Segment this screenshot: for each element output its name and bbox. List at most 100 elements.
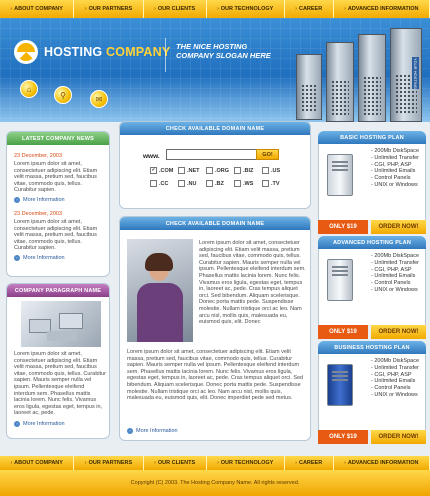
nav-partners[interactable]: › OUR PARTNERS: [74, 0, 144, 18]
server-icon: [327, 364, 353, 406]
nav-about[interactable]: › ABOUT COMPANY: [0, 0, 75, 18]
tld-us[interactable]: .US: [262, 167, 290, 174]
tld-ws[interactable]: .WS: [234, 180, 262, 187]
arrow-icon: ›: [84, 6, 87, 12]
brand-name: HOSTING COMPANY: [44, 45, 171, 59]
checkbox-icon[interactable]: [234, 167, 241, 174]
nav-clients[interactable]: › OUR CLIENTS: [144, 456, 207, 470]
tld-checkboxes: ✓ .COM .NET .ORG .BIZ .US .CC .NU .BZ .WS…: [150, 167, 290, 187]
servers-image: YOUR HOSTING: [286, 28, 426, 122]
checkbox-icon[interactable]: [178, 167, 185, 174]
mail-icon[interactable]: ✉: [90, 90, 108, 108]
news-date: 23 December, 2003: [14, 153, 63, 159]
nav-career[interactable]: › CAREER: [285, 456, 334, 470]
nav-advanced[interactable]: › ADVANCED INFORMATION: [334, 456, 430, 470]
order-now-button[interactable]: ORDER NOW!: [371, 325, 426, 339]
article-panel: CHECK AVAILABLE DOMAIN NAME Lorem ipsum …: [119, 216, 311, 441]
checkbox-icon[interactable]: [206, 167, 213, 174]
www-label: www.: [143, 153, 160, 160]
more-info-link[interactable]: › More Information: [14, 420, 106, 427]
nav-partners[interactable]: › OUR PARTNERS: [74, 456, 144, 470]
server-tower: YOUR HOSTING: [390, 28, 422, 122]
arrow-icon: ›: [217, 460, 219, 466]
plan-footer: ONLY $19 ORDER NOW!: [318, 220, 426, 234]
bottom-nav: › ABOUT COMPANY › OUR PARTNERS › OUR CLIENT…: [0, 456, 430, 470]
arrow-icon: ›: [14, 196, 20, 203]
plan-footer: ONLY $19 ORDER NOW!: [318, 430, 426, 444]
tld-cc[interactable]: .CC: [150, 180, 178, 187]
domain-check-panel: CHECK AVAILABLE DOMAIN NAME www. GO! ✓ .C…: [119, 121, 311, 209]
tld-net[interactable]: .NET: [178, 167, 206, 174]
news-text: Lorem ipsum dolor sit amet, consectetuer…: [14, 218, 98, 252]
plan-body: 200Mb DiskSpaceUnlimited TransferCGI, PH…: [318, 354, 426, 430]
nav-technology[interactable]: › OUR TECHNOLOGY: [207, 0, 285, 18]
checkbox-icon[interactable]: [262, 167, 269, 174]
company-slogan: THE NICE HOSTING COMPANY SLOGAN HERE: [176, 42, 271, 60]
home-icon[interactable]: ⌂: [20, 80, 38, 98]
domain-title: CHECK AVAILABLE DOMAIN NAME: [120, 122, 310, 135]
news-panel: LATEST COMPANY NEWS 23 December, 2003 Lo…: [6, 131, 110, 277]
company-panel: COMPANY PARAGRAPH NAME Lorem ipsum dolor…: [6, 283, 110, 439]
news-date: 23 December, 2003: [14, 210, 63, 217]
tld-org[interactable]: .ORG: [206, 167, 234, 174]
plan-body: 200Mb DiskSpaceUnlimited TransferCGI, PH…: [318, 144, 426, 220]
news-text: Lorem ipsum dolor sit amet, consectetuer…: [14, 161, 98, 194]
nav-clients[interactable]: › OUR CLIENTS: [144, 0, 207, 18]
nav-career[interactable]: › CAREER: [285, 0, 334, 18]
order-now-button[interactable]: ORDER NOW!: [371, 220, 426, 234]
plan-footer: ONLY $19 ORDER NOW!: [318, 325, 426, 339]
server-tower: [358, 34, 386, 122]
more-info-link[interactable]: › More Information: [14, 254, 102, 261]
plan-title: ADVANCED HOSTING PLAN: [318, 236, 426, 249]
plan-price: ONLY $19: [318, 325, 368, 339]
tld-com[interactable]: ✓ .COM: [150, 167, 178, 174]
nav-technology[interactable]: › OUR TECHNOLOGY: [207, 456, 285, 470]
woman-photo: [127, 239, 193, 342]
article-title: CHECK AVAILABLE DOMAIN NAME: [120, 217, 310, 230]
plan-basic: BASIC HOSTING PLAN 200Mb DiskSpaceUnlimi…: [318, 131, 426, 234]
tld-biz[interactable]: .BIZ: [234, 167, 262, 174]
order-now-button[interactable]: ORDER NOW!: [371, 430, 426, 444]
go-button[interactable]: GO!: [256, 149, 279, 160]
plan-features: 200Mb DiskSpaceUnlimited TransferCGI, PH…: [371, 358, 419, 399]
server-tower: [296, 54, 322, 120]
company-text: Lorem ipsum dolor sit amet, consectetuer…: [14, 351, 107, 417]
nav-advanced[interactable]: › ADVANCED INFORMATION: [334, 0, 430, 18]
search-icon[interactable]: ⚲: [54, 86, 72, 104]
plan-advanced: ADVANCED HOSTING PLAN 200Mb DiskSpaceUnl…: [318, 236, 426, 339]
plan-title: BASIC HOSTING PLAN: [318, 131, 426, 144]
checkbox-icon[interactable]: [150, 180, 157, 187]
arrow-icon: ›: [295, 6, 297, 12]
checkbox-icon[interactable]: [206, 180, 213, 187]
checkbox-icon[interactable]: [178, 180, 185, 187]
plan-features: 200Mb DiskSpaceUnlimited TransferCGI, PH…: [371, 148, 419, 189]
office-photo: [21, 301, 101, 347]
checkbox-icon[interactable]: [234, 180, 241, 187]
arrow-icon: ›: [217, 6, 219, 12]
domain-input[interactable]: [166, 149, 270, 160]
nav-about[interactable]: › ABOUT COMPANY: [0, 456, 75, 470]
more-info-link[interactable]: › More Information: [14, 196, 102, 203]
plan-title: BUSINESS HOSTING PLAN: [318, 341, 426, 354]
logo-icon: [14, 40, 38, 64]
tld-bz[interactable]: .BZ: [206, 180, 234, 187]
arrow-icon: ›: [84, 460, 87, 466]
arrow-icon: ›: [127, 428, 133, 434]
more-info-link[interactable]: › More Information: [127, 428, 178, 434]
plan-body: 200Mb DiskSpaceUnlimited TransferCGI, PH…: [318, 249, 426, 325]
copyright: Copyright (C) 2003. The Hosting Company …: [0, 470, 430, 496]
checkbox-icon[interactable]: [262, 180, 269, 187]
company-title: COMPANY PARAGRAPH NAME: [7, 284, 109, 297]
plan-business: BUSINESS HOSTING PLAN 200Mb DiskSpaceUnl…: [318, 341, 426, 444]
arrow-icon: ›: [344, 6, 346, 12]
tld-tv[interactable]: .TV: [262, 180, 290, 187]
header-banner: HOSTING COMPANY THE NICE HOSTING COMPANY…: [0, 18, 430, 122]
arrow-icon: ›: [154, 460, 156, 466]
top-nav: › ABOUT COMPANY › OUR PARTNERS › OUR CLIENT…: [0, 0, 430, 18]
plan-price: ONLY $19: [318, 430, 368, 444]
server-tower: [326, 42, 354, 122]
arrow-icon: ›: [295, 460, 297, 466]
checkbox-checked-icon[interactable]: ✓: [150, 167, 157, 174]
news-title: LATEST COMPANY NEWS: [7, 132, 109, 145]
tld-nu[interactable]: .NU: [178, 180, 206, 187]
